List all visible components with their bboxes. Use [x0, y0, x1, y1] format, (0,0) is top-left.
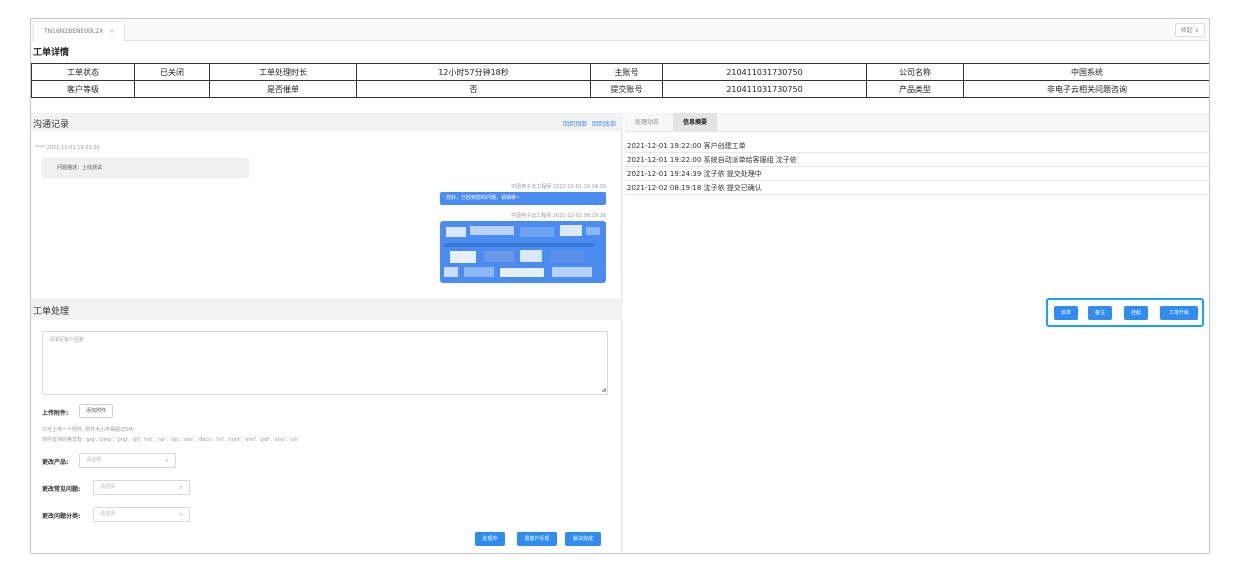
- product-select[interactable]: 请选择 ∨: [79, 453, 176, 468]
- ticket-action-group: 派单 备注 挂起 工单升级: [1046, 298, 1204, 327]
- dispatch-button[interactable]: 派单: [1054, 306, 1078, 320]
- table-cell: 公司名称: [866, 63, 964, 81]
- scroll-top-link[interactable]: 回到顶部: [563, 121, 587, 128]
- image-block: [464, 267, 494, 277]
- image-block: [550, 251, 584, 263]
- table-cell: 非电子云相关问题咨询: [963, 80, 1209, 98]
- table-cell: 是否催单: [209, 80, 357, 98]
- table-cell: 中国系统: [963, 63, 1209, 81]
- category-select[interactable]: 请选择 ∨: [93, 507, 190, 522]
- select-placeholder: 请选择: [86, 457, 102, 463]
- need-feedback-button[interactable]: 需客户反馈: [517, 532, 557, 546]
- table-cell: 否: [356, 80, 591, 98]
- table-row: 工单状态 已关闭 工单处理时长 12小时57分钟18秒 主账号 21041103…: [31, 63, 1209, 81]
- table-cell: 工单状态: [31, 63, 135, 81]
- image-block: [450, 251, 476, 263]
- table-cell: 已关闭: [134, 63, 210, 81]
- change-product-label: 更改产品:: [42, 459, 69, 466]
- upload-hint: 只可上传一个附件, 附件大小不得超过5M;: [42, 427, 135, 433]
- image-block: [484, 251, 514, 262]
- panel-divider: [620, 113, 623, 553]
- processing-title: 工单处理: [33, 307, 70, 317]
- reply-textarea[interactable]: 请填写客户回复 ◢: [42, 331, 608, 395]
- escalate-button[interactable]: 工单升级: [1160, 306, 1198, 320]
- chat-scroll-links: 回到顶部 回到底部: [558, 119, 616, 128]
- remark-button[interactable]: 备注: [1088, 306, 1112, 320]
- table-cell: 产品类型: [866, 80, 964, 98]
- ticket-info-table: 工单状态 已关闭 工单处理时长 12小时57分钟18秒 主账号 21041103…: [31, 63, 1209, 98]
- chat-header: 沟通记录 回到顶部 回到底部: [31, 113, 620, 132]
- chat-title: 沟通记录: [33, 120, 70, 130]
- table-cell: [134, 80, 210, 98]
- agent-message-meta: 中国电子云工程师 2021-12-01 19:24:39: [511, 184, 606, 190]
- list-item: 2021-12-01 19:24:39 沈子依 提交处理中: [625, 167, 1209, 181]
- image-block: [520, 227, 554, 237]
- table-row: 客户等级 是否催单 否 提交账号 210411031730750 产品类型 非电…: [31, 80, 1209, 98]
- tab-process-log[interactable]: 处理动态: [625, 113, 669, 132]
- table-cell: 工单处理时长: [209, 63, 357, 81]
- chevron-down-icon: ∨: [164, 457, 169, 464]
- ticket-window: TN16N2BENE00L2X × 收起 ∨ 工单详情 工单状态 已关闭 工单处理…: [30, 18, 1210, 554]
- table-cell: 210411031730750: [662, 63, 867, 81]
- table-cell: 客户等级: [31, 80, 135, 98]
- list-item: 2021-12-01 19:22:00 系统自动派单给客服组 沈子依: [625, 153, 1209, 167]
- customer-message: 问题描述：上线测试: [41, 158, 249, 178]
- collapse-button[interactable]: 收起 ∨: [1174, 23, 1205, 37]
- agent-message-meta: 中国电子云工程师 2021-12-02 08:19:18: [511, 213, 606, 219]
- in-progress-button[interactable]: 处理中: [475, 532, 505, 546]
- right-panel-tabs: 处理动态 信息摘要: [625, 113, 1209, 132]
- ticket-tab-label: TN16N2BENE00L2X: [44, 28, 104, 35]
- tab-bar: TN16N2BENE00L2X × 收起 ∨: [31, 19, 1209, 41]
- chat-history[interactable]: **** 2021-12-01 19:22:00 问题描述：上线测试 中国电子云…: [31, 131, 620, 295]
- image-block: [444, 267, 458, 277]
- ticket-detail-title: 工单详情: [33, 48, 70, 58]
- resize-grip-icon[interactable]: ◢: [601, 386, 606, 393]
- process-log-list: 2021-12-01 19:22:00 客户创建工单 2021-12-01 19…: [625, 139, 1209, 195]
- table-cell: 主账号: [590, 63, 663, 81]
- image-block: [520, 250, 542, 262]
- image-block: [560, 225, 582, 236]
- chevron-down-icon: ∨: [178, 511, 183, 518]
- ticket-tab[interactable]: TN16N2BENE00L2X ×: [33, 21, 126, 41]
- image-block: [446, 227, 466, 237]
- faq-select[interactable]: 请选择 ∨: [93, 480, 190, 495]
- image-block: [552, 267, 592, 277]
- customer-message-meta: **** 2021-12-01 19:22:00: [35, 145, 100, 151]
- reply-placeholder: 请填写客户回复: [49, 337, 85, 343]
- table-cell: 提交账号: [590, 80, 663, 98]
- chevron-down-icon: ∨: [178, 484, 183, 491]
- add-attachment-button[interactable]: 添加附件: [79, 404, 114, 418]
- close-icon[interactable]: ×: [109, 28, 114, 35]
- agent-message: 您好，已收到您的问题，请稍等~: [440, 192, 606, 205]
- change-category-label: 更改问题分类:: [42, 513, 81, 520]
- list-item: 2021-12-01 19:22:00 客户创建工单: [625, 139, 1209, 153]
- resolve-button[interactable]: 解决完成: [565, 532, 601, 546]
- image-block: [444, 243, 594, 247]
- upload-label: 上传附件:: [42, 410, 69, 417]
- select-placeholder: 请选择: [100, 484, 116, 490]
- table-cell: 12小时57分钟18秒: [356, 63, 591, 81]
- scroll-bottom-link[interactable]: 回到底部: [592, 121, 616, 128]
- suspend-button[interactable]: 挂起: [1124, 306, 1148, 320]
- processing-header: 工单处理: [31, 299, 620, 320]
- image-block: [470, 226, 514, 235]
- agent-image-message[interactable]: [440, 221, 606, 283]
- image-block: [586, 227, 600, 235]
- tab-info-summary[interactable]: 信息摘要: [673, 113, 718, 132]
- upload-formats-hint: 附件支持的格式有: 'jpg', 'bmp', 'png', 'gif', 't…: [42, 437, 299, 443]
- table-cell: 210411031730750: [662, 80, 867, 98]
- change-faq-label: 更改常见问题:: [42, 486, 81, 493]
- image-block: [500, 268, 544, 277]
- select-placeholder: 请选择: [100, 511, 116, 517]
- list-item: 2021-12-02 08:19:18 沈子依 提交已确认: [625, 181, 1209, 195]
